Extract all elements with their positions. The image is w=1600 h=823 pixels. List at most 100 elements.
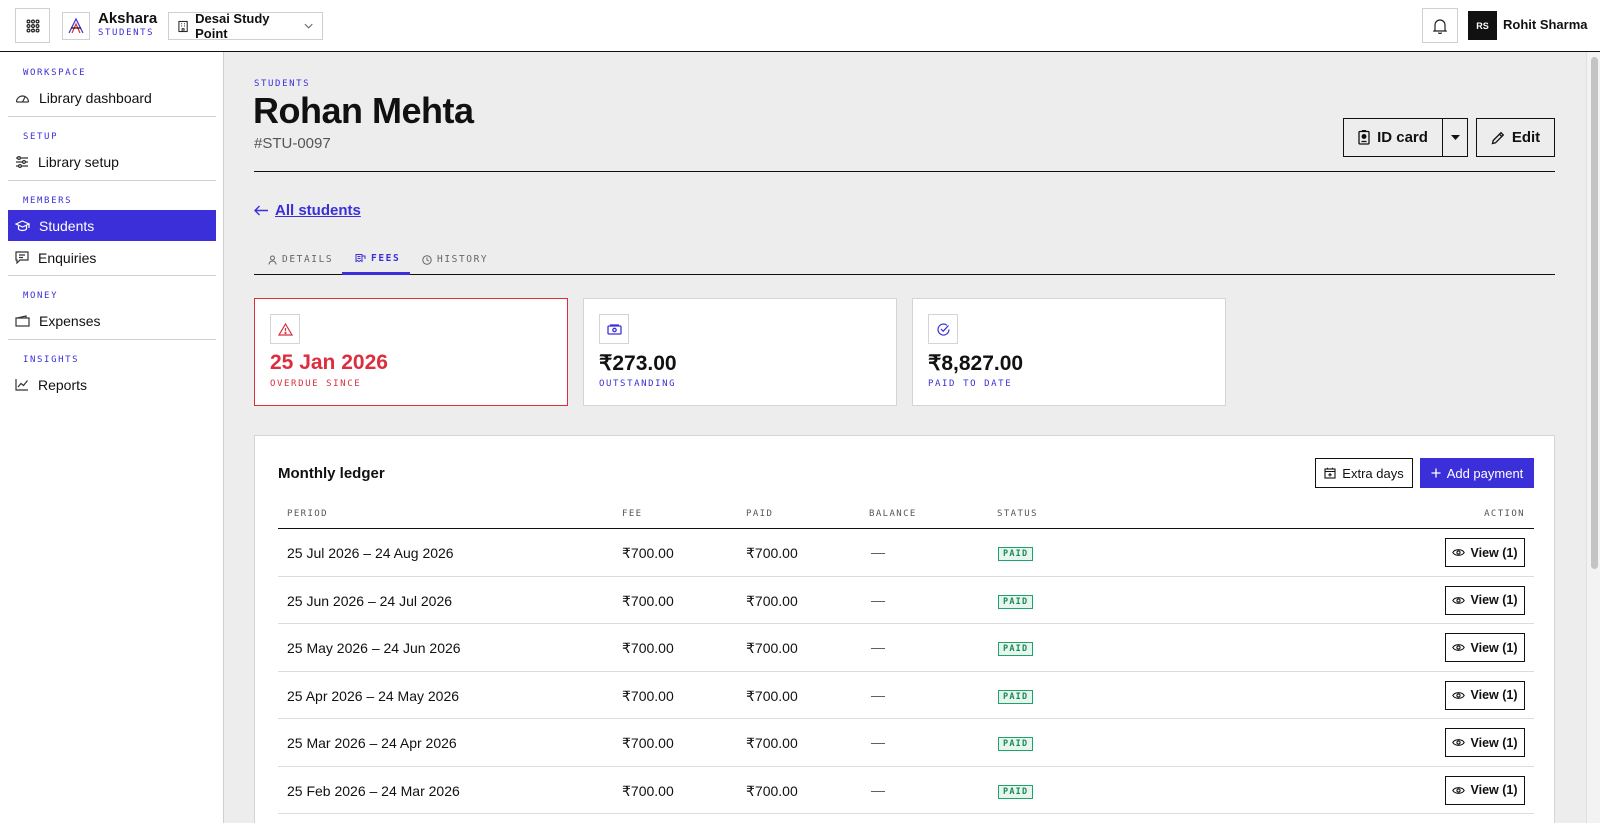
pencil-icon <box>1491 131 1505 144</box>
view-payments-button[interactable]: View (1) <box>1445 728 1525 757</box>
balance-cell: — <box>871 591 885 608</box>
page-title: Rohan Mehta <box>253 90 474 131</box>
table-row: 25 May 2026 – 24 Jun 2026 ₹700.00 ₹700.0… <box>278 624 1534 672</box>
id-card-label: ID card <box>1377 129 1428 146</box>
sidebar-section-members: MEMBERS Students Enquiries <box>8 196 216 273</box>
paid-cell: ₹700.00 <box>746 782 798 799</box>
table-row: 25 Mar 2026 – 24 Apr 2026 ₹700.00 ₹700.0… <box>278 719 1534 767</box>
brand-name: Akshara <box>98 10 158 27</box>
breadcrumb[interactable]: STUDENTS <box>254 79 310 89</box>
gauge-icon <box>15 95 30 103</box>
status-badge: PAID <box>998 642 1034 656</box>
logo-icon <box>68 17 84 34</box>
tab-bar: DETAILS FEES HISTORY <box>254 244 1555 275</box>
sidebar-item-students[interactable]: Students <box>8 210 216 241</box>
sidebar-item-reports[interactable]: Reports <box>8 369 216 400</box>
vertical-scrollbar[interactable] <box>1586 52 1600 823</box>
view-payments-button[interactable]: View (1) <box>1445 538 1525 567</box>
fee-cell: ₹700.00 <box>622 782 674 799</box>
tab-details[interactable]: DETAILS <box>268 244 350 275</box>
organization-select[interactable]: Desai Study Point <box>168 11 323 41</box>
eye-icon <box>1452 549 1466 556</box>
sidebar-item-enquiries[interactable]: Enquiries <box>8 242 216 273</box>
fee-cell: ₹700.00 <box>622 545 674 561</box>
view-payments-button[interactable]: View (1) <box>1445 680 1525 710</box>
top-bar: Akshara STUDENTS Desai Study Point RS Ro… <box>0 0 1600 52</box>
back-to-students-link[interactable]: All students <box>254 202 361 219</box>
sidebar-item-label: Library dashboard <box>39 89 152 106</box>
fee-cell: ₹700.00 <box>622 687 674 704</box>
sidebar-item-library-setup[interactable]: Library setup <box>8 146 216 177</box>
sidebar-item-label: Reports <box>38 376 88 393</box>
sidebar-section-insights: INSIGHTS Reports <box>8 355 216 400</box>
user-name[interactable]: Rohit Sharma <box>1503 17 1588 32</box>
plus-icon <box>1431 468 1441 478</box>
sidebar-item-library-dashboard[interactable]: Library dashboard <box>8 82 216 113</box>
view-payments-button[interactable]: View (1) <box>1445 633 1525 662</box>
user-icon <box>268 255 277 265</box>
extra-days-button[interactable]: Extra days <box>1315 458 1413 488</box>
sidebar-item-expenses[interactable]: Expenses <box>8 305 216 336</box>
balance-cell: — <box>871 544 885 560</box>
brand-subtitle: STUDENTS <box>98 28 155 38</box>
id-card-dropdown-button[interactable] <box>1443 119 1467 156</box>
header-divider <box>254 171 1555 172</box>
status-badge: PAID <box>998 547 1034 561</box>
period-cell: 25 Apr 2026 – 24 May 2026 <box>287 687 460 704</box>
paid-to-date-amount: ₹8,827.00 <box>928 352 1024 375</box>
sidebar-section-money: MONEY Expenses <box>8 291 216 336</box>
view-payments-button[interactable]: View (1) <box>1445 585 1525 615</box>
ledger-title: Monthly ledger <box>278 465 385 482</box>
sidebar-heading: MONEY <box>23 291 59 301</box>
edit-button[interactable]: Edit <box>1476 118 1555 157</box>
overdue-date: 25 Jan 2026 <box>270 351 388 374</box>
eye-icon <box>1452 691 1466 699</box>
apps-grid-button[interactable] <box>15 8 50 43</box>
wallet-icon <box>15 314 30 327</box>
warning-icon <box>277 322 293 336</box>
ledger-table: PERIOD FEE PAID BALANCE STATUS ACTION 25… <box>278 498 1534 814</box>
sidebar-heading: MEMBERS <box>23 196 73 206</box>
eye-icon <box>1452 786 1466 794</box>
view-payments-button[interactable]: View (1) <box>1445 775 1525 805</box>
sidebar-item-label: Enquiries <box>38 249 97 266</box>
graduation-cap-icon <box>15 219 30 231</box>
column-header-status: STATUS <box>997 509 1038 519</box>
organization-name: Desai Study Point <box>195 11 270 41</box>
table-header: PERIOD FEE PAID BALANCE STATUS ACTION <box>278 498 1534 529</box>
add-payment-label: Add payment <box>1446 465 1524 481</box>
period-cell: 25 Feb 2026 – 24 Mar 2026 <box>287 782 460 799</box>
status-badge: PAID <box>998 689 1034 704</box>
outstanding-label: OUTSTANDING <box>599 379 677 389</box>
paid-cell: ₹700.00 <box>746 545 798 561</box>
eye-icon <box>1452 644 1466 651</box>
sidebar-heading: WORKSPACE <box>23 68 87 78</box>
app-logo[interactable] <box>62 12 90 40</box>
fee-cell: ₹700.00 <box>622 640 674 656</box>
tab-fees[interactable]: FEES <box>342 244 410 275</box>
paid-cell: ₹700.00 <box>746 640 798 656</box>
tab-label: HISTORY <box>437 254 489 265</box>
clock-icon <box>422 254 432 265</box>
id-badge-icon <box>1358 130 1370 145</box>
balance-cell: — <box>871 639 885 655</box>
user-avatar[interactable]: RS <box>1468 11 1497 40</box>
id-card-button[interactable]: ID card <box>1344 119 1443 156</box>
scrollbar-thumb[interactable] <box>1591 57 1598 569</box>
overdue-card: 25 Jan 2026 OVERDUE SINCE <box>254 298 568 406</box>
sidebar: WORKSPACE Library dashboard SETUP Librar… <box>0 52 224 823</box>
table-row: 25 Feb 2026 – 24 Mar 2026 ₹700.00 ₹700.0… <box>278 767 1534 814</box>
banknote-icon <box>606 323 622 335</box>
tab-history[interactable]: HISTORY <box>422 244 497 275</box>
building-icon <box>178 20 188 32</box>
period-cell: 25 May 2026 – 24 Jun 2026 <box>287 640 461 656</box>
card-icon-box <box>270 314 300 344</box>
add-payment-button[interactable]: Add payment <box>1420 458 1534 488</box>
sidebar-section-workspace: WORKSPACE Library dashboard <box>8 68 216 113</box>
eye-icon <box>1452 596 1466 604</box>
outstanding-amount: ₹273.00 <box>599 352 677 375</box>
message-icon <box>15 251 29 264</box>
notifications-button[interactable] <box>1422 8 1458 43</box>
paid-cell: ₹700.00 <box>746 592 798 609</box>
view-label: View (1) <box>1470 735 1518 750</box>
